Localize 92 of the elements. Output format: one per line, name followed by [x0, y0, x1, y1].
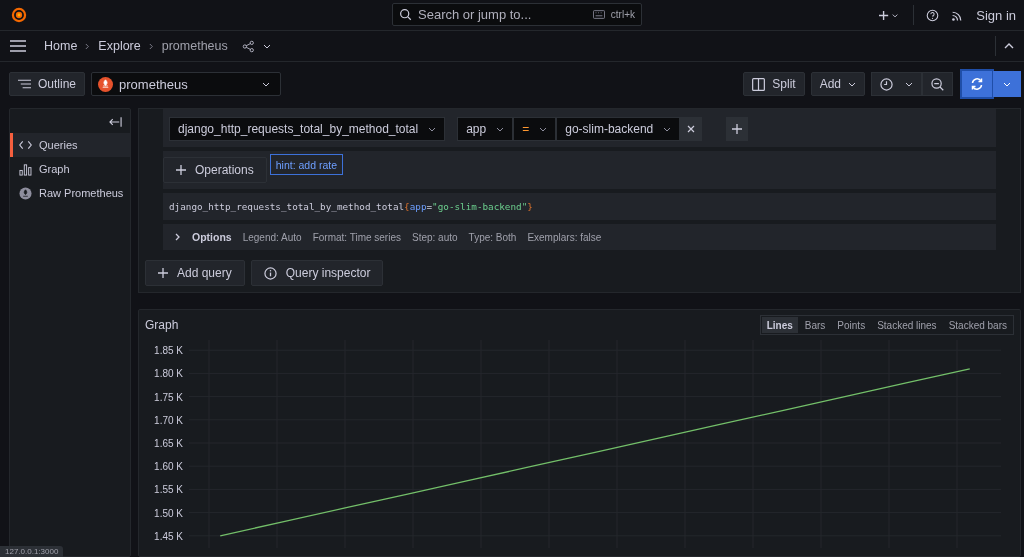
caret-icon[interactable]: [262, 43, 271, 49]
caret-icon: [663, 126, 672, 132]
label-value: app: [466, 122, 487, 136]
label-select[interactable]: app: [457, 117, 514, 141]
sidebar-item-label: Queries: [39, 139, 78, 151]
axis-tick-label: 1.85 K: [154, 345, 183, 357]
query-code[interactable]: django_http_requests_total_by_method_total{app="go-slim-backend"}: [163, 193, 996, 220]
menu-icon[interactable]: [10, 40, 26, 52]
chart-mode-option[interactable]: Lines: [761, 317, 798, 333]
axis-tick-label: 1.65 K: [154, 438, 183, 449]
bar-chart-icon: [19, 162, 32, 176]
axis-tick-label: 1.60 K: [154, 461, 183, 473]
options-toggle[interactable]: Options: [192, 231, 232, 243]
zoom-out-button[interactable]: [922, 72, 953, 96]
columns-icon: [752, 77, 766, 91]
datasource-name: prometheus: [119, 76, 189, 92]
operator-value: =: [522, 122, 530, 136]
caret-icon: [428, 126, 437, 132]
axis-tick-label: 1.55 K: [154, 484, 183, 496]
chart-mode-option[interactable]: Points: [832, 317, 871, 333]
collapse-icon[interactable]: [1004, 43, 1014, 49]
value-select[interactable]: go-slim-backend: [556, 117, 681, 141]
axis-tick-label: 1.70 K: [154, 414, 183, 426]
option-summary: Format: Time series: [312, 231, 401, 243]
axis-tick-label: 1.45 K: [154, 530, 183, 542]
refresh-icon: [970, 77, 984, 91]
share-icon[interactable]: [241, 39, 255, 53]
flame-logo-icon: [19, 186, 32, 200]
add-filter-button[interactable]: [726, 117, 749, 141]
axis-tick-label: 1.50 K: [154, 507, 183, 519]
caret-icon: [539, 126, 548, 132]
breadcrumb-link[interactable]: Explore: [98, 39, 141, 53]
chevron-icon: [148, 42, 154, 50]
option-summary: Step: auto: [412, 231, 458, 243]
shortcut-hint: ctrl+k: [610, 9, 635, 20]
sidebar-item[interactable]: Raw Prometheus: [10, 181, 130, 205]
sidebar-item-label: Graph: [39, 163, 70, 175]
datasource-picker[interactable]: prometheus: [91, 72, 282, 96]
split-button[interactable]: Split: [743, 72, 805, 96]
help-icon[interactable]: [926, 8, 940, 22]
caret-icon: [905, 81, 913, 87]
search-input[interactable]: Search or jump to...: [418, 7, 587, 22]
outline-button[interactable]: Outline: [9, 72, 86, 96]
chart-mode-option[interactable]: Stacked bars: [943, 317, 1012, 333]
caret-icon: [1003, 81, 1011, 87]
operations-button[interactable]: Operations: [163, 157, 267, 183]
caret-icon: [262, 81, 271, 87]
time-range-button[interactable]: [871, 72, 922, 96]
operator-select[interactable]: =: [513, 117, 557, 141]
close-icon: [687, 125, 696, 133]
status-url: 127.0.0.1:3000: [0, 546, 64, 557]
breadcrumb-link[interactable]: Home: [44, 39, 78, 53]
info-icon: [263, 266, 277, 280]
expand-icon[interactable]: [175, 233, 181, 241]
logo-icon[interactable]: [10, 6, 28, 24]
code-icon: [19, 140, 32, 150]
search-icon: [399, 8, 412, 21]
breadcrumb-link[interactable]: prometheus: [161, 39, 228, 53]
list-icon: [18, 79, 31, 89]
option-summary: Legend: Auto: [242, 231, 302, 243]
remove-filter-button[interactable]: [680, 117, 703, 141]
plus-icon: [732, 124, 743, 134]
plus-icon: [176, 165, 186, 175]
sidebar-item[interactable]: Graph: [10, 157, 130, 181]
add-button[interactable]: Add: [810, 72, 865, 96]
clock-icon: [880, 77, 893, 91]
option-summary: Exemplars: false: [527, 231, 602, 243]
axis-tick-label: 1.75 K: [154, 391, 183, 403]
chart-mode-option[interactable]: Stacked lines: [872, 317, 942, 333]
flame-logo-icon: [98, 76, 114, 92]
panel-title: Graph: [145, 318, 179, 332]
search-bar[interactable]: Search or jump to... ctrl+k: [392, 3, 642, 26]
zoom-out-icon: [931, 77, 944, 91]
filter-value: go-slim-backend: [565, 122, 654, 136]
option-summary: Type: Both: [468, 231, 517, 243]
metric-select[interactable]: django_http_requests_total_by_method_total: [169, 117, 446, 141]
caret-icon: [496, 126, 505, 132]
keyboard-icon: [592, 10, 605, 19]
plus-icon: [158, 268, 168, 278]
hint-button[interactable]: hint: add rate: [269, 154, 343, 175]
chart-mode-option[interactable]: Bars: [799, 317, 831, 333]
sidebar-item-label: Raw Prometheus: [39, 187, 124, 199]
sidebar-item[interactable]: Queries: [10, 133, 130, 157]
refresh-button[interactable]: [962, 71, 992, 97]
axis-tick-label: 1.80 K: [154, 368, 183, 380]
chevron-icon: [85, 42, 91, 50]
sign-in-link[interactable]: Sign in: [976, 7, 1016, 23]
query-inspector-button[interactable]: Query inspector: [250, 260, 384, 286]
metric-value: django_http_requests_total_by_method_total: [178, 122, 419, 136]
dock-left-icon[interactable]: [109, 117, 122, 127]
caret-icon: [848, 81, 856, 87]
add-query-button[interactable]: Add query: [145, 260, 245, 286]
